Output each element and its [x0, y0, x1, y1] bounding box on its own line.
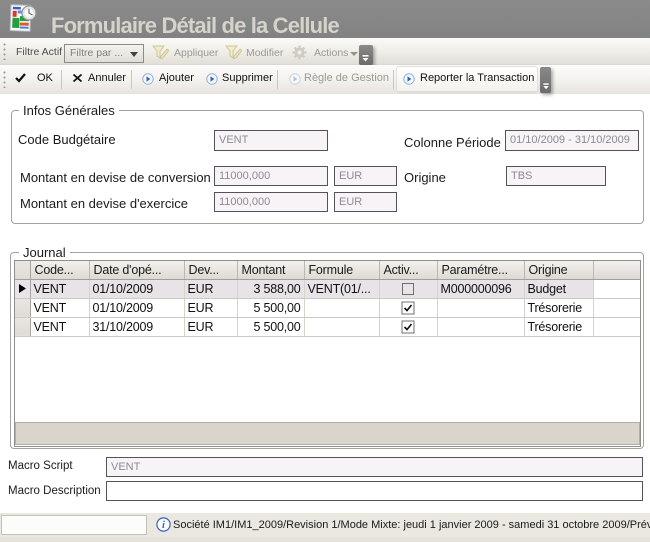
svg-text:i: i — [162, 520, 165, 531]
